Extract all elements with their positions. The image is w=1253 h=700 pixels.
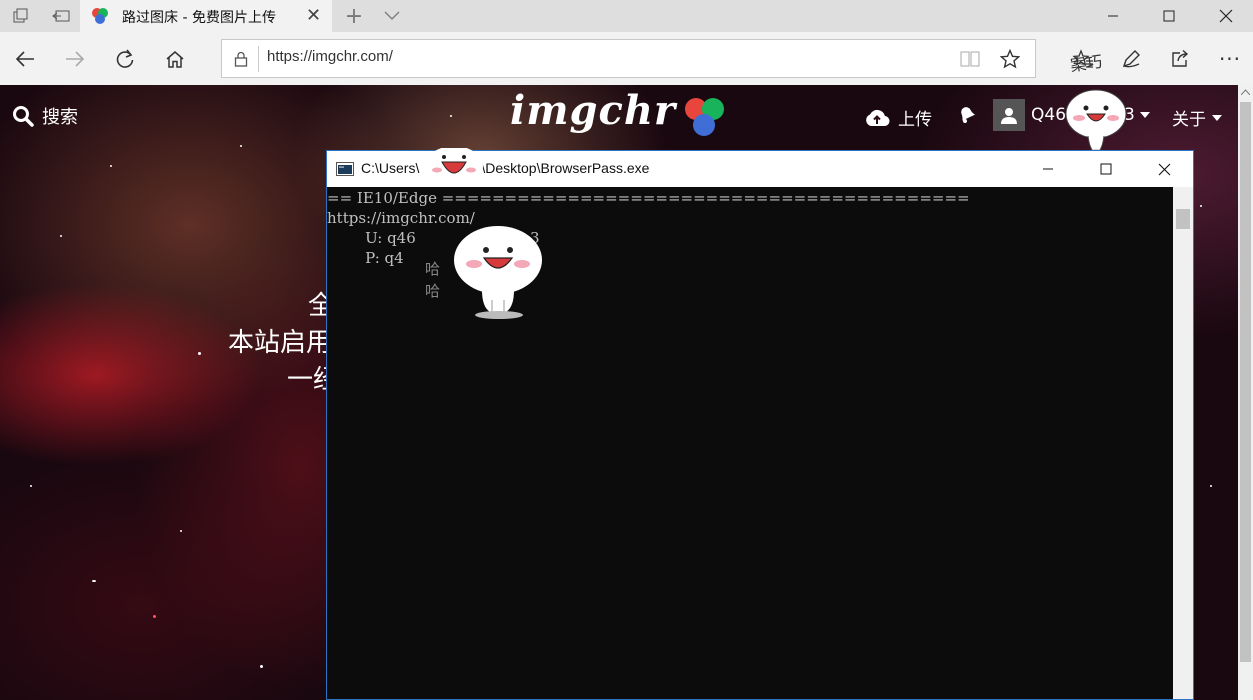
user-icon — [1001, 108, 1017, 124]
console-minimize-icon[interactable] — [1019, 151, 1077, 187]
star-decoration — [1210, 485, 1212, 487]
url-text[interactable]: https://imgchr.com/ — [267, 48, 393, 65]
address-bar[interactable]: https://imgchr.com/ — [221, 39, 1036, 78]
console-line: P: q4 — [327, 249, 404, 267]
search-icon — [13, 106, 34, 127]
chevron-down-icon — [1212, 114, 1222, 121]
site-logo-icon[interactable] — [680, 93, 728, 141]
favorite-star-icon[interactable] — [1000, 49, 1020, 69]
star-decoration — [110, 165, 112, 167]
close-window-icon[interactable] — [1203, 0, 1249, 32]
star-decoration — [240, 145, 242, 147]
set-aside-tabs-icon[interactable] — [48, 0, 74, 32]
close-tab-icon[interactable]: ✕ — [306, 5, 321, 26]
handwritten-text: 哈 — [425, 282, 441, 300]
tab-preview-chevron-icon[interactable] — [380, 0, 404, 32]
user-menu[interactable]: Q46 — [1031, 105, 1066, 125]
chevron-down-icon — [1139, 112, 1150, 118]
share-icon[interactable] — [1163, 42, 1197, 76]
star-decoration — [198, 352, 201, 355]
star-decoration — [30, 485, 32, 487]
minimize-window-icon[interactable] — [1090, 0, 1136, 32]
about-label: 关于 — [1172, 110, 1206, 130]
console-title-prefix: C:\Users\ — [361, 160, 420, 176]
user-name-prefix: Q46 — [1031, 105, 1067, 125]
star-decoration — [450, 115, 452, 117]
home-icon[interactable] — [158, 42, 192, 76]
back-arrow-icon[interactable] — [8, 42, 42, 76]
star-decoration — [180, 530, 182, 532]
browser-tab-bar: 路过图床 - 免费图片上传 ✕ + — [0, 0, 1253, 32]
star-decoration — [60, 235, 62, 237]
page-scrollbar-thumb[interactable] — [1240, 102, 1251, 662]
site-search-label: 搜索 — [42, 107, 78, 128]
browser-nav-bar: https://imgchr.com/ ··· — [0, 32, 1253, 85]
refresh-icon[interactable] — [108, 42, 142, 76]
handwritten-text: 案巧 — [1069, 51, 1104, 76]
reading-view-icon[interactable] — [960, 51, 980, 67]
tab-title: 路过图床 - 免费图片上传 — [122, 10, 276, 26]
console-scrollbar[interactable] — [1173, 187, 1193, 699]
notification-bell-icon[interactable] — [956, 103, 978, 125]
active-tab[interactable]: 路过图床 - 免费图片上传 ✕ — [80, 0, 332, 32]
upload-nav-item[interactable]: 上传 — [864, 105, 932, 130]
avatar[interactable] — [993, 99, 1025, 131]
console-line: U: q46 — [327, 229, 416, 247]
console-app-icon — [336, 162, 354, 176]
console-close-icon[interactable] — [1135, 151, 1193, 187]
cloud-upload-icon — [866, 109, 890, 126]
console-scrollbar-thumb[interactable] — [1176, 209, 1190, 229]
web-note-pen-icon[interactable] — [1114, 42, 1148, 76]
page-scrollbar[interactable] — [1238, 85, 1253, 700]
lock-icon[interactable] — [234, 51, 248, 67]
tab-actions-icon[interactable] — [8, 0, 34, 32]
handwritten-text: 哈 — [425, 260, 441, 278]
new-tab-icon[interactable]: + — [342, 0, 366, 32]
hero-text-line-2: 本站启用 — [228, 328, 333, 358]
mascot-face-sticker — [424, 146, 484, 192]
site-logo-text[interactable]: imgchr — [510, 87, 676, 134]
console-title: C:\Users\ \Desktop\BrowserPass.exe — [361, 160, 649, 176]
site-favicon-icon — [92, 8, 108, 24]
scroll-up-arrow-icon[interactable] — [1241, 89, 1250, 95]
console-maximize-icon[interactable] — [1077, 151, 1135, 187]
more-options-icon[interactable]: ··· — [1213, 42, 1247, 76]
console-title-suffix: \Desktop\BrowserPass.exe — [481, 160, 650, 176]
forward-arrow-icon[interactable] — [58, 42, 92, 76]
star-decoration — [92, 580, 96, 582]
star-decoration — [153, 615, 156, 618]
star-decoration — [1200, 205, 1202, 207]
star-decoration — [260, 665, 263, 668]
maximize-window-icon[interactable] — [1146, 0, 1192, 32]
site-search-button[interactable]: 搜索 — [12, 103, 78, 129]
mascot-sticker — [452, 222, 544, 324]
about-menu[interactable]: 关于 — [1172, 105, 1222, 130]
upload-label: 上传 — [898, 110, 932, 130]
address-divider — [258, 46, 259, 72]
